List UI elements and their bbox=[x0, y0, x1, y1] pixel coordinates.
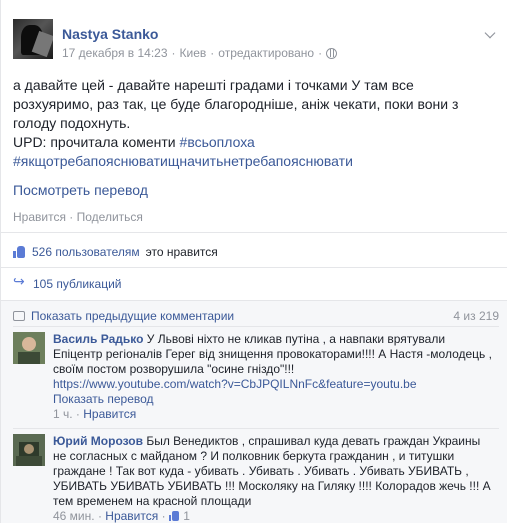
comment-time[interactable]: 46 мин. bbox=[53, 509, 95, 523]
divider bbox=[1, 232, 507, 233]
previous-comments-row: Показать предыдущие комментарии 4 из 219 bbox=[13, 309, 499, 323]
shares-summary: 105 публикаций bbox=[13, 274, 122, 291]
post-text-line: голоду подохнуть. bbox=[13, 115, 131, 131]
comment-body: Юрий Морозов Был Венедиктов , спрашивал … bbox=[53, 434, 493, 523]
commenter-name-link[interactable]: Василь Радько bbox=[53, 332, 143, 346]
comment-item: Юрий Морозов Был Венедиктов , спрашивал … bbox=[13, 434, 499, 523]
comment-text-block: Василь Радько У Львові ніхто не кликав п… bbox=[53, 332, 493, 377]
post-actions: Нравится · Поделиться bbox=[13, 210, 143, 224]
post-date-link[interactable]: 17 декабря в 14:23 bbox=[62, 46, 168, 60]
comment-meta: 46 мин. · Нравится · 1 bbox=[53, 509, 493, 523]
comment-bubble-icon bbox=[13, 311, 25, 321]
chevron-down-icon[interactable] bbox=[484, 27, 496, 39]
post-text-line: розхуяримо, раз так, це буде благороднiш… bbox=[13, 96, 459, 112]
post-upd-line: UPD: прочитала коменти #всьоплоха bbox=[13, 133, 493, 152]
likes-text: это нравится bbox=[145, 245, 218, 259]
thumbs-up-icon bbox=[13, 246, 26, 258]
divider bbox=[13, 428, 499, 429]
meta-separator: · bbox=[94, 509, 106, 523]
comment-item: Василь Радько У Львові ніхто не кликав п… bbox=[13, 332, 499, 424]
meta-separator: · bbox=[318, 46, 323, 60]
hashtag-link[interactable]: #всьоплоха bbox=[180, 134, 255, 150]
comment-meta: 1 ч. · Нравится bbox=[53, 407, 493, 422]
post-text-line: а давайте цей - давайте нарешті градами … bbox=[13, 77, 414, 93]
likes-count-link[interactable]: 526 пользователям bbox=[32, 245, 140, 259]
hashtag-link[interactable]: #якщотребапояснюватищначитьнетребапоясню… bbox=[13, 153, 353, 169]
thumbs-up-icon bbox=[168, 511, 180, 521]
action-separator: · bbox=[65, 210, 77, 224]
comment-like-count[interactable]: 1 bbox=[183, 509, 190, 523]
meta-separator: · bbox=[158, 509, 169, 523]
share-icon bbox=[13, 274, 27, 290]
like-action[interactable]: Нравится bbox=[13, 210, 66, 224]
meta-separator: · bbox=[72, 407, 84, 421]
likes-summary: 526 пользователям это нравится bbox=[13, 245, 218, 259]
author-name-link[interactable]: Nastya Stanko bbox=[62, 26, 158, 42]
commenter-avatar[interactable] bbox=[13, 434, 45, 466]
comments-count: 4 из 219 bbox=[453, 309, 499, 323]
post-card: Nastya Stanko 17 декабря в 14:23 · Киев … bbox=[0, 0, 507, 523]
comment-time[interactable]: 1 ч. bbox=[53, 407, 73, 421]
divider bbox=[1, 267, 507, 268]
comment-body: Василь Радько У Львові ніхто не кликав п… bbox=[53, 332, 493, 422]
post-text: а давайте цей - давайте нарешті градами … bbox=[13, 76, 493, 171]
divider bbox=[13, 326, 499, 327]
comment-like-link[interactable]: Нравится bbox=[83, 407, 136, 421]
comment-text-block: Юрий Морозов Был Венедиктов , спрашивал … bbox=[53, 434, 493, 509]
commenter-avatar[interactable] bbox=[13, 332, 45, 364]
share-action[interactable]: Поделиться bbox=[77, 210, 143, 224]
author-avatar[interactable] bbox=[13, 19, 53, 59]
see-translation-link[interactable]: Посмотреть перевод bbox=[13, 182, 148, 198]
post-location[interactable]: Киев bbox=[180, 46, 207, 60]
comment-url-link[interactable]: https://www.youtube.com/watch?v=CbJPQILN… bbox=[53, 377, 417, 391]
commenter-name-link[interactable]: Юрий Морозов bbox=[53, 434, 143, 448]
post-hashtag-line: #якщотребапояснюватищначитьнетребапоясню… bbox=[13, 152, 493, 171]
show-previous-comments-link[interactable]: Показать предыдущие комментарии bbox=[31, 309, 234, 323]
comment-like-link[interactable]: Нравится bbox=[105, 509, 158, 523]
meta-separator: · bbox=[210, 46, 215, 60]
meta-separator: · bbox=[171, 46, 176, 60]
upd-text: UPD: прочитала коменти bbox=[13, 134, 180, 150]
edited-label[interactable]: отредактировано bbox=[218, 46, 314, 60]
divider bbox=[1, 300, 507, 301]
post-meta: 17 декабря в 14:23 · Киев · отредактиров… bbox=[62, 46, 338, 60]
show-translation-link[interactable]: Показать перевод bbox=[53, 392, 154, 406]
globe-icon[interactable] bbox=[326, 47, 338, 59]
shares-count-link[interactable]: 105 публикаций bbox=[33, 277, 122, 291]
